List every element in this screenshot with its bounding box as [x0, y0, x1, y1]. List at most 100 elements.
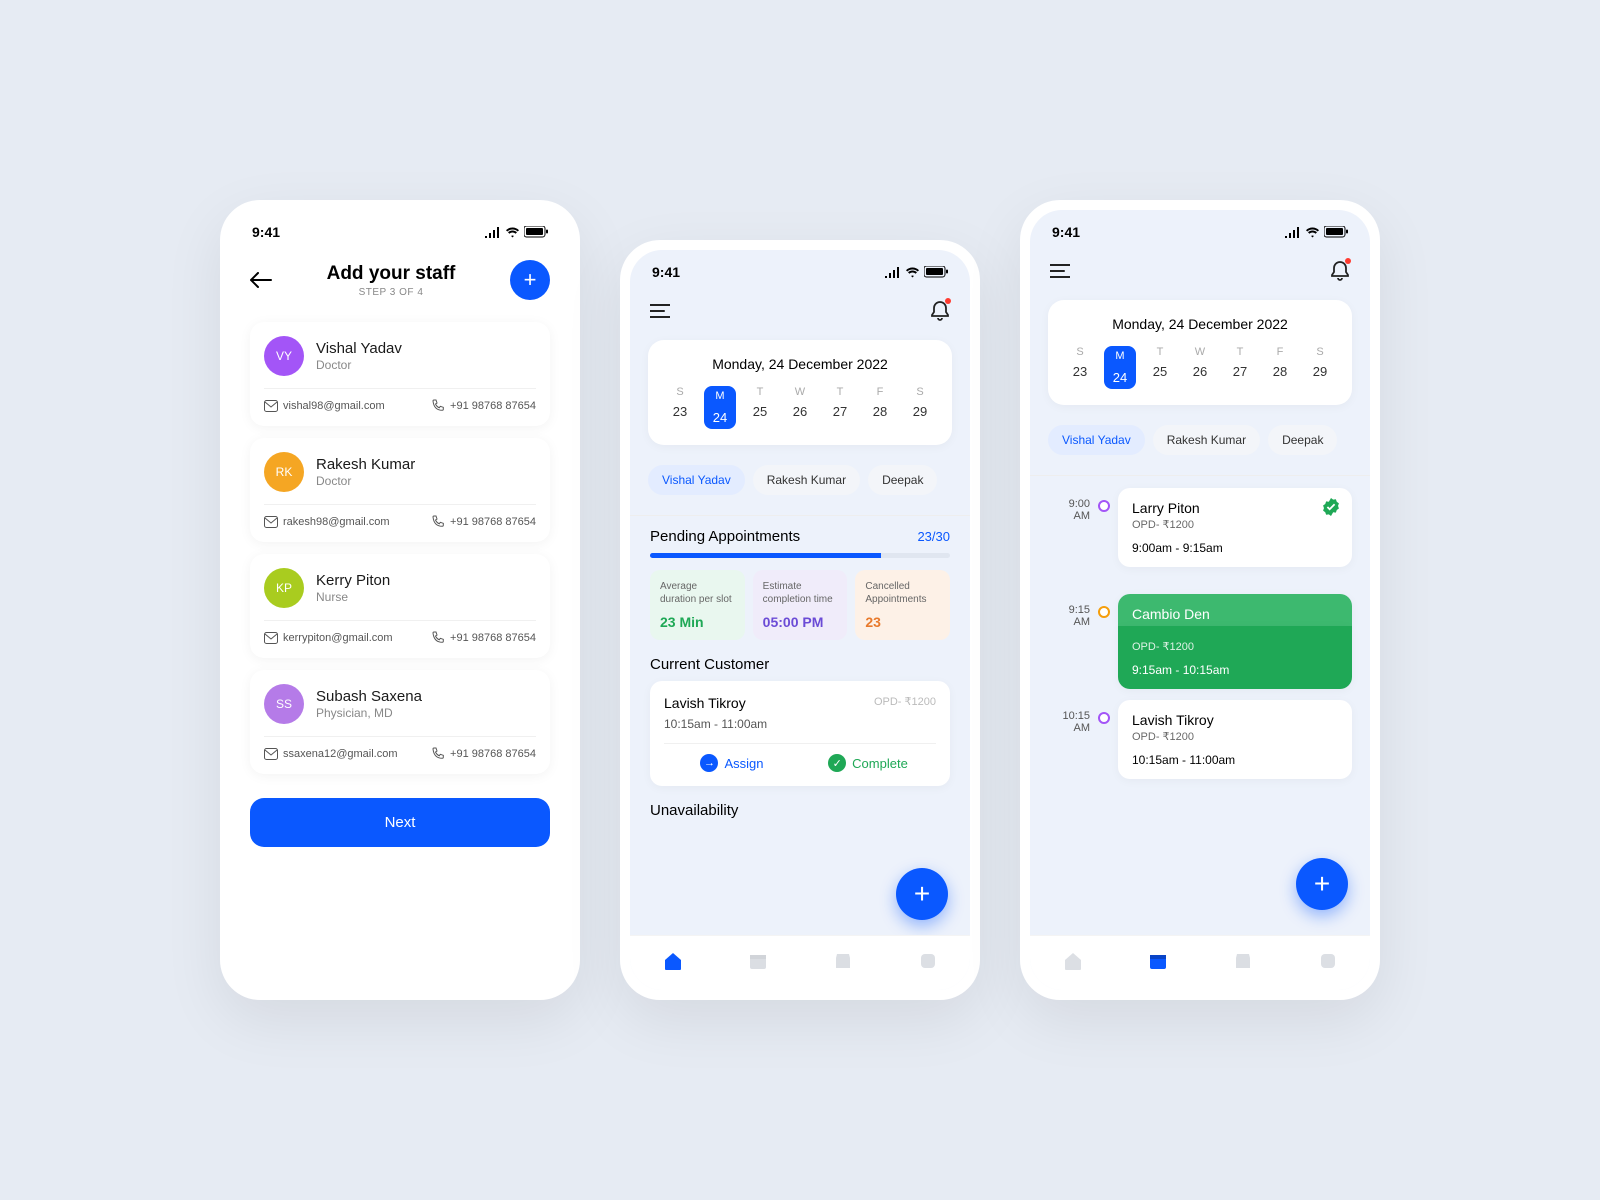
stat-value: 05:00 PM [763, 614, 838, 630]
appointment-time: 9:15am - 10:15am [1132, 663, 1338, 677]
staff-chip[interactable]: Vishal Yadav [648, 465, 745, 495]
avatar: VY [264, 336, 304, 376]
time-label: 9:15AM [1048, 594, 1090, 628]
stat-label: Cancelled Appointments [865, 580, 940, 606]
notifications-icon[interactable] [930, 300, 950, 322]
staff-role: Doctor [316, 358, 536, 372]
staff-chip[interactable]: Vishal Yadav [1048, 425, 1145, 455]
complete-button[interactable]: ✓ Complete [800, 754, 936, 772]
stat-value: 23 [865, 614, 940, 630]
calendar-day[interactable]: W 26 [1182, 346, 1218, 389]
staff-chip[interactable]: Deepak [868, 465, 937, 495]
phone-icon [432, 399, 445, 412]
notifications-icon[interactable] [1330, 260, 1350, 282]
menu-icon[interactable] [1050, 264, 1070, 278]
calendar-day[interactable]: F 28 [1262, 346, 1298, 389]
staff-phone: +91 98768 87654 [432, 631, 536, 644]
assign-button[interactable]: → Assign [664, 754, 800, 772]
status-time: 9:41 [1052, 224, 1080, 240]
pending-title: Pending Appointments [650, 528, 800, 545]
calendar-card: Monday, 24 December 2022 S 23 M 24 T 25 … [1048, 300, 1352, 405]
pending-count: 23/30 [917, 529, 950, 544]
staff-chip[interactable]: Rakesh Kumar [753, 465, 860, 495]
status-bar: 9:41 [630, 250, 970, 288]
nav-shop-icon[interactable] [832, 950, 854, 972]
appointment-name: Lavish Tikroy [1132, 712, 1338, 728]
status-icons [885, 266, 948, 278]
status-time: 9:41 [652, 264, 680, 280]
avatar: RK [264, 452, 304, 492]
staff-phone: +91 98768 87654 [432, 399, 536, 412]
customer-tag: OPD- ₹1200 [874, 695, 936, 711]
appointment-time: 9:00am - 9:15am [1132, 541, 1338, 555]
staff-role: Doctor [316, 474, 536, 488]
add-fab[interactable]: + [1296, 858, 1348, 910]
staff-email: rakesh98@gmail.com [264, 515, 390, 528]
avatar: KP [264, 568, 304, 608]
nav-more-icon[interactable] [1317, 950, 1339, 972]
calendar-day[interactable]: S 29 [1302, 346, 1338, 389]
timeline-dot [1098, 606, 1110, 618]
calendar-day[interactable]: M 24 [702, 386, 738, 429]
calendar-day[interactable]: F 28 [862, 386, 898, 429]
current-customer-title: Current Customer [650, 656, 950, 673]
avatar: SS [264, 684, 304, 724]
next-button[interactable]: Next [250, 798, 550, 847]
staff-name: Kerry Piton [316, 572, 536, 589]
page-title: Add your staff [272, 263, 510, 285]
calendar-day[interactable]: M 24 [1102, 346, 1138, 389]
stat-card: Cancelled Appointments 23 [855, 570, 950, 640]
nav-more-icon[interactable] [917, 950, 939, 972]
mail-icon [264, 516, 278, 528]
calendar-day[interactable]: T 27 [1222, 346, 1258, 389]
staff-chip[interactable]: Rakesh Kumar [1153, 425, 1260, 455]
phone-icon [432, 747, 445, 760]
stat-label: Average duration per slot [660, 580, 735, 606]
staff-chip[interactable]: Deepak [1268, 425, 1337, 455]
appointment-card[interactable]: Cambio Den [1118, 594, 1352, 626]
nav-home-icon[interactable] [662, 950, 684, 972]
appointment-meta: OPD- ₹1200 [1132, 640, 1338, 653]
nav-home-icon[interactable] [1062, 950, 1084, 972]
mail-icon [264, 748, 278, 760]
stat-card: Estimate completion time 05:00 PM [753, 570, 848, 640]
mail-icon [264, 400, 278, 412]
nav-calendar-icon[interactable] [747, 950, 769, 972]
appointment-card[interactable]: Lavish Tikroy OPD- ₹1200 10:15am - 11:00… [1118, 700, 1352, 779]
customer-name: Lavish Tikroy [664, 695, 746, 711]
staff-card[interactable]: VY Vishal Yadav Doctor vishal98@gmail.co… [250, 322, 550, 426]
staff-name: Vishal Yadav [316, 340, 536, 357]
appointment-meta: OPD- ₹1200 [1132, 730, 1338, 743]
add-staff-button[interactable]: + [510, 260, 550, 300]
pending-progress [650, 553, 950, 558]
calendar-card: Monday, 24 December 2022 S 23 M 24 T 25 … [648, 340, 952, 445]
calendar-day[interactable]: W 26 [782, 386, 818, 429]
menu-icon[interactable] [650, 304, 670, 318]
calendar-day[interactable]: T 25 [742, 386, 778, 429]
staff-phone: +91 98768 87654 [432, 515, 536, 528]
calendar-day[interactable]: S 29 [902, 386, 938, 429]
customer-time: 10:15am - 11:00am [664, 717, 936, 731]
nav-shop-icon[interactable] [1232, 950, 1254, 972]
add-fab[interactable]: + [896, 868, 948, 920]
appointment-card-body[interactable]: OPD- ₹1200 9:15am - 10:15am [1118, 626, 1352, 689]
status-icons [485, 226, 548, 238]
staff-card[interactable]: SS Subash Saxena Physician, MD ssaxena12… [250, 670, 550, 774]
staff-email: kerrypiton@gmail.com [264, 631, 393, 644]
status-bar: 9:41 [1030, 210, 1370, 248]
staff-card[interactable]: KP Kerry Piton Nurse kerrypiton@gmail.co… [250, 554, 550, 658]
mail-icon [264, 632, 278, 644]
calendar-day[interactable]: T 27 [822, 386, 858, 429]
staff-email: vishal98@gmail.com [264, 399, 385, 412]
staff-card[interactable]: RK Rakesh Kumar Doctor rakesh98@gmail.co… [250, 438, 550, 542]
time-label: 10:15AM [1048, 700, 1090, 734]
bottom-nav [630, 935, 970, 990]
nav-calendar-icon[interactable] [1147, 950, 1169, 972]
back-arrow-icon[interactable] [250, 272, 272, 288]
calendar-day[interactable]: S 23 [1062, 346, 1098, 389]
step-indicator: STEP 3 OF 4 [272, 287, 510, 298]
staff-phone: +91 98768 87654 [432, 747, 536, 760]
calendar-day[interactable]: T 25 [1142, 346, 1178, 389]
appointment-card[interactable]: Larry Piton OPD- ₹1200 9:00am - 9:15am [1118, 488, 1352, 567]
calendar-day[interactable]: S 23 [662, 386, 698, 429]
